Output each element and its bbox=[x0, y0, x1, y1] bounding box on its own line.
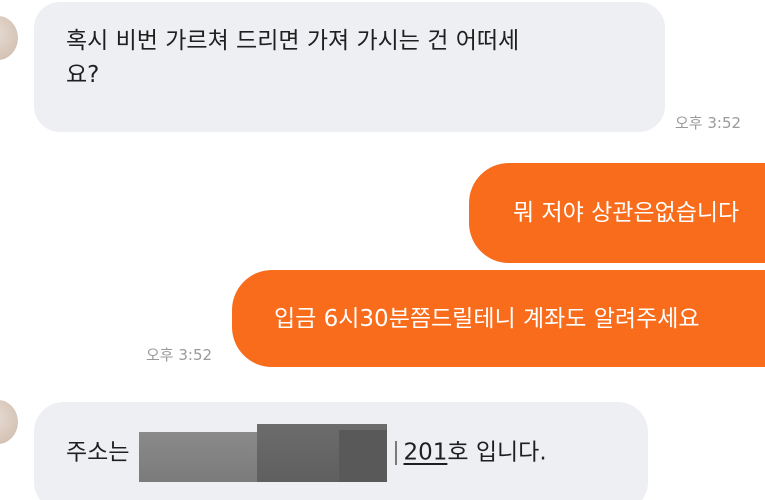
message-text: 입금 6시30분쯤드릴테니 계좌도 알려주세요 bbox=[274, 306, 700, 332]
message-timestamp: 오후 3:52 bbox=[146, 346, 213, 364]
message-text: 주소는 bbox=[66, 439, 130, 466]
message-text-line: 혹시 비번 가르쳐 드리면 가져 가시는 건 어떠세 bbox=[66, 28, 520, 54]
message-text: 뭐 저야 상관은없습니다 bbox=[513, 200, 740, 226]
sender-avatar[interactable] bbox=[0, 16, 18, 60]
incoming-message-bubble[interactable]: 주소는 201호 입니다. bbox=[34, 402, 648, 500]
chat-screen: 혹시 비번 가르쳐 드리면 가져 가시는 건 어떠세 요? 오후 3:52 뭐 … bbox=[0, 0, 765, 500]
text-fragment-mark bbox=[395, 441, 398, 465]
outgoing-message-bubble[interactable]: 입금 6시30분쯤드릴테니 계좌도 알려주세요 bbox=[232, 270, 765, 367]
redaction-block bbox=[139, 424, 388, 482]
unit-number-link[interactable]: 201 bbox=[403, 440, 447, 466]
message-timestamp: 오후 3:52 bbox=[675, 114, 742, 132]
message-text: 호 입니다. bbox=[447, 439, 547, 466]
outgoing-message-bubble[interactable]: 뭐 저야 상관은없습니다 bbox=[469, 163, 765, 263]
sender-avatar[interactable] bbox=[0, 400, 18, 444]
message-text-line: 요? bbox=[66, 62, 100, 88]
incoming-message-bubble[interactable]: 혹시 비번 가르쳐 드리면 가져 가시는 건 어떠세 요? bbox=[34, 2, 665, 132]
